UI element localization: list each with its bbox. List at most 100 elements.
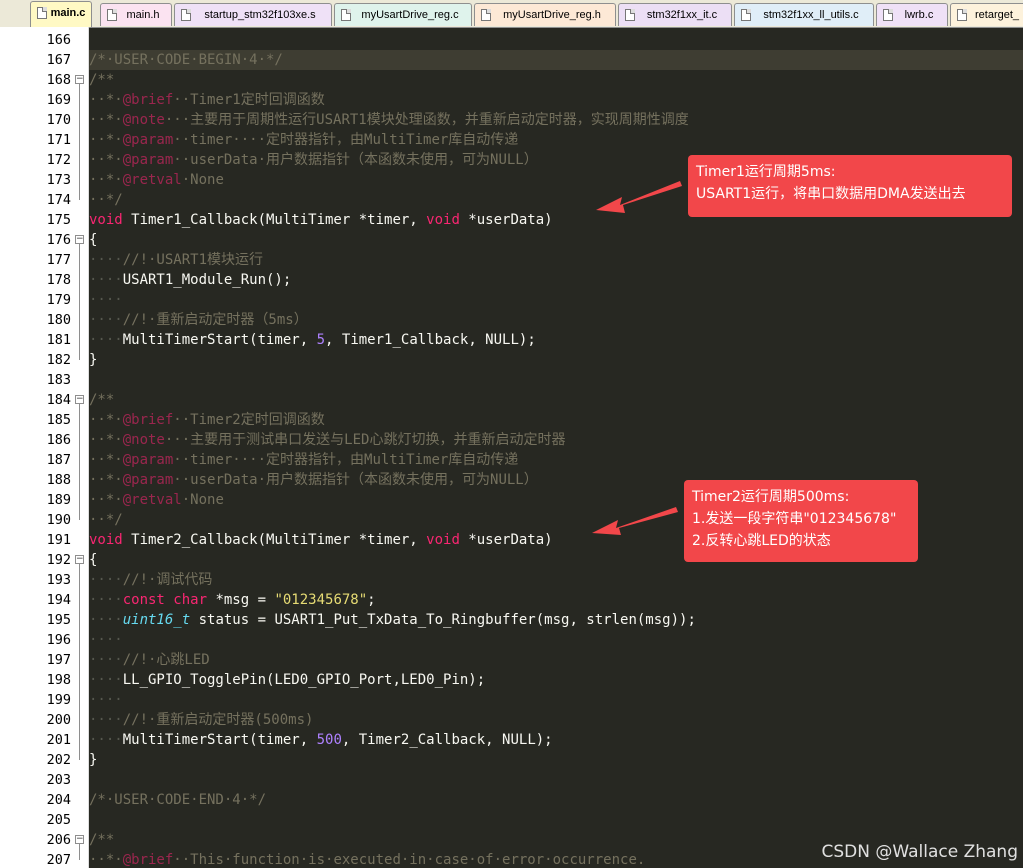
line-number: 195	[46, 612, 71, 628]
code-line[interactable]: ··*·@brief··Timer2定时回调函数	[89, 410, 325, 430]
tab-startup-stm32f103xe-s[interactable]: startup_stm32f103xe.s	[174, 3, 332, 26]
code-line[interactable]: ····MultiTimerStart(timer, 500, Timer2_C…	[89, 730, 553, 750]
line-number: 184	[46, 392, 71, 408]
code-line[interactable]: void Timer2_Callback(MultiTimer *timer, …	[89, 530, 553, 550]
line-number: 171	[46, 132, 71, 148]
fold-toggle-icon[interactable]: −	[75, 555, 84, 564]
annotation-callout-timer1: Timer1运行周期5ms: USART1运行，将串口数据用DMA发送出去	[688, 155, 1012, 217]
tab-label: myUsartDrive_reg.c	[361, 9, 459, 21]
line-number: 174	[46, 192, 71, 208]
file-tab-bar: main.c main.h startup_stm32f103xe.s myUsart…	[0, 0, 1023, 28]
line-number: 183	[46, 372, 71, 388]
line-number: 200	[46, 712, 71, 728]
fold-guide-line	[79, 404, 80, 520]
fold-guide-line	[79, 564, 80, 760]
code-line[interactable]: ··*·@brief··Timer1定时回调函数	[89, 90, 325, 110]
line-number: 167	[46, 52, 71, 68]
line-number: 166	[46, 32, 71, 48]
line-number: 188	[46, 472, 71, 488]
callout-text: Timer1运行周期5ms:	[696, 164, 836, 180]
code-line[interactable]: ····uint16_t status = USART1_Put_TxData_…	[89, 610, 696, 630]
line-number: 198	[46, 672, 71, 688]
code-line[interactable]: ····	[89, 290, 123, 310]
code-line[interactable]: /**	[89, 70, 114, 90]
code-line[interactable]: ··*·@note···主要用于测试串口发送与LED心跳灯切换，并重新启动定时器	[89, 430, 565, 450]
code-line[interactable]: }	[89, 750, 97, 770]
callout-text: USART1运行，将串口数据用DMA发送出去	[696, 186, 966, 202]
line-number: 187	[46, 452, 71, 468]
fold-toggle-icon[interactable]: −	[75, 235, 84, 244]
code-line[interactable]: ··*·@param··userData·用户数据指针（本函数未使用，可为NUL…	[89, 150, 538, 170]
line-number: 181	[46, 332, 71, 348]
code-line[interactable]: void Timer1_Callback(MultiTimer *timer, …	[89, 210, 553, 230]
tab-main-c[interactable]: main.c	[30, 1, 92, 27]
code-line[interactable]: ··*·@brief··This·function·is·executed·in…	[89, 850, 645, 868]
code-line[interactable]: ····//!·重新启动定时器(500ms)	[89, 710, 313, 730]
line-number: 202	[46, 752, 71, 768]
tab-label: main.h	[126, 9, 160, 21]
code-line[interactable]: ····USART1_Module_Run();	[89, 270, 291, 290]
code-line[interactable]: ····//!·USART1模块运行	[89, 250, 263, 270]
line-number: 192	[46, 552, 71, 568]
line-number: 205	[46, 812, 71, 828]
line-number: 189	[46, 492, 71, 508]
fold-toggle-icon[interactable]: −	[75, 75, 84, 84]
line-number: 182	[46, 352, 71, 368]
code-line[interactable]: ····LL_GPIO_TogglePin(LED0_GPIO_Port,LED…	[89, 670, 485, 690]
code-line[interactable]: ····	[89, 690, 123, 710]
code-line[interactable]: ··*/	[89, 510, 123, 530]
fold-toggle-icon[interactable]: −	[75, 835, 84, 844]
callout-text: 1.发送一段字符串"012345678"	[692, 511, 897, 527]
code-line[interactable]: /*·USER·CODE·BEGIN·4·*/	[89, 50, 283, 70]
line-number: 194	[46, 592, 71, 608]
tab-myusartdrive-reg-h[interactable]: myUsartDrive_reg.h	[474, 3, 616, 26]
code-line[interactable]: /**	[89, 390, 114, 410]
line-number: 196	[46, 632, 71, 648]
code-line[interactable]: ····//!·调试代码	[89, 570, 212, 590]
line-number: 176	[46, 232, 71, 248]
line-number: 193	[46, 572, 71, 588]
code-line[interactable]: ··*·@retval·None	[89, 490, 224, 510]
line-number: 207	[46, 852, 71, 868]
code-line[interactable]: ··*·@retval·None	[89, 170, 224, 190]
tab-stm32f1xx-ll-utils-c[interactable]: stm32f1xx_ll_utils.c	[734, 3, 874, 26]
tab-label: retarget_	[974, 9, 1020, 21]
tab-label: main.c	[50, 7, 86, 19]
code-editor[interactable]: 166 167 168−169 170 171 172 173 174 175 176−177 17…	[0, 27, 1023, 868]
code-line[interactable]: ··*/	[89, 190, 123, 210]
tab-label: lwrb.c	[904, 9, 934, 21]
line-number: 201	[46, 732, 71, 748]
tab-lwrb-c[interactable]: lwrb.c	[876, 3, 948, 26]
line-number: 206	[46, 832, 71, 848]
code-line[interactable]: /**	[89, 830, 114, 850]
code-line[interactable]: ··*·@param··timer····定时器指针，由MultiTimer库自…	[89, 450, 518, 470]
tab-retarget[interactable]: retarget_	[950, 3, 1023, 26]
code-line[interactable]: ··*·@param··userData·用户数据指针（本函数未使用，可为NUL…	[89, 470, 538, 490]
fold-toggle-icon[interactable]: −	[75, 395, 84, 404]
code-line[interactable]: ··*·@note···主要用于周期性运行USART1模块处理函数，并重新启动定…	[89, 110, 689, 130]
code-line[interactable]: ····//!·心跳LED	[89, 650, 210, 670]
callout-text: Timer2运行周期500ms:	[692, 489, 850, 505]
fold-guide-line	[79, 244, 80, 360]
fold-guide-line	[79, 84, 80, 200]
line-number: 179	[46, 292, 71, 308]
code-line[interactable]: ····//!·重新启动定时器（5ms）	[89, 310, 308, 330]
tab-main-h[interactable]: main.h	[100, 3, 172, 26]
line-number: 197	[46, 652, 71, 668]
line-number: 172	[46, 152, 71, 168]
tab-myusartdrive-reg-c[interactable]: myUsartDrive_reg.c	[334, 3, 472, 26]
tab-stm32f1xx-it-c[interactable]: stm32f1xx_it.c	[618, 3, 732, 26]
code-line[interactable]: ··*·@param··timer····定时器指针，由MultiTimer库自…	[89, 130, 518, 150]
fold-guide-line	[79, 844, 80, 860]
code-line[interactable]: /*·USER·CODE·END·4·*/	[89, 790, 266, 810]
code-line[interactable]: }	[89, 350, 97, 370]
code-line[interactable]: ····MultiTimerStart(timer, 5, Timer1_Cal…	[89, 330, 536, 350]
code-line[interactable]: {	[89, 230, 97, 250]
watermark: CSDN @Wallace Zhang	[821, 842, 1019, 862]
code-line[interactable]: ····const char *msg = "012345678";	[89, 590, 376, 610]
code-line[interactable]: {	[89, 550, 97, 570]
line-number: 177	[46, 252, 71, 268]
tab-label: stm32f1xx_ll_utils.c	[763, 9, 859, 21]
line-number: 173	[46, 172, 71, 188]
code-line[interactable]: ····	[89, 630, 123, 650]
